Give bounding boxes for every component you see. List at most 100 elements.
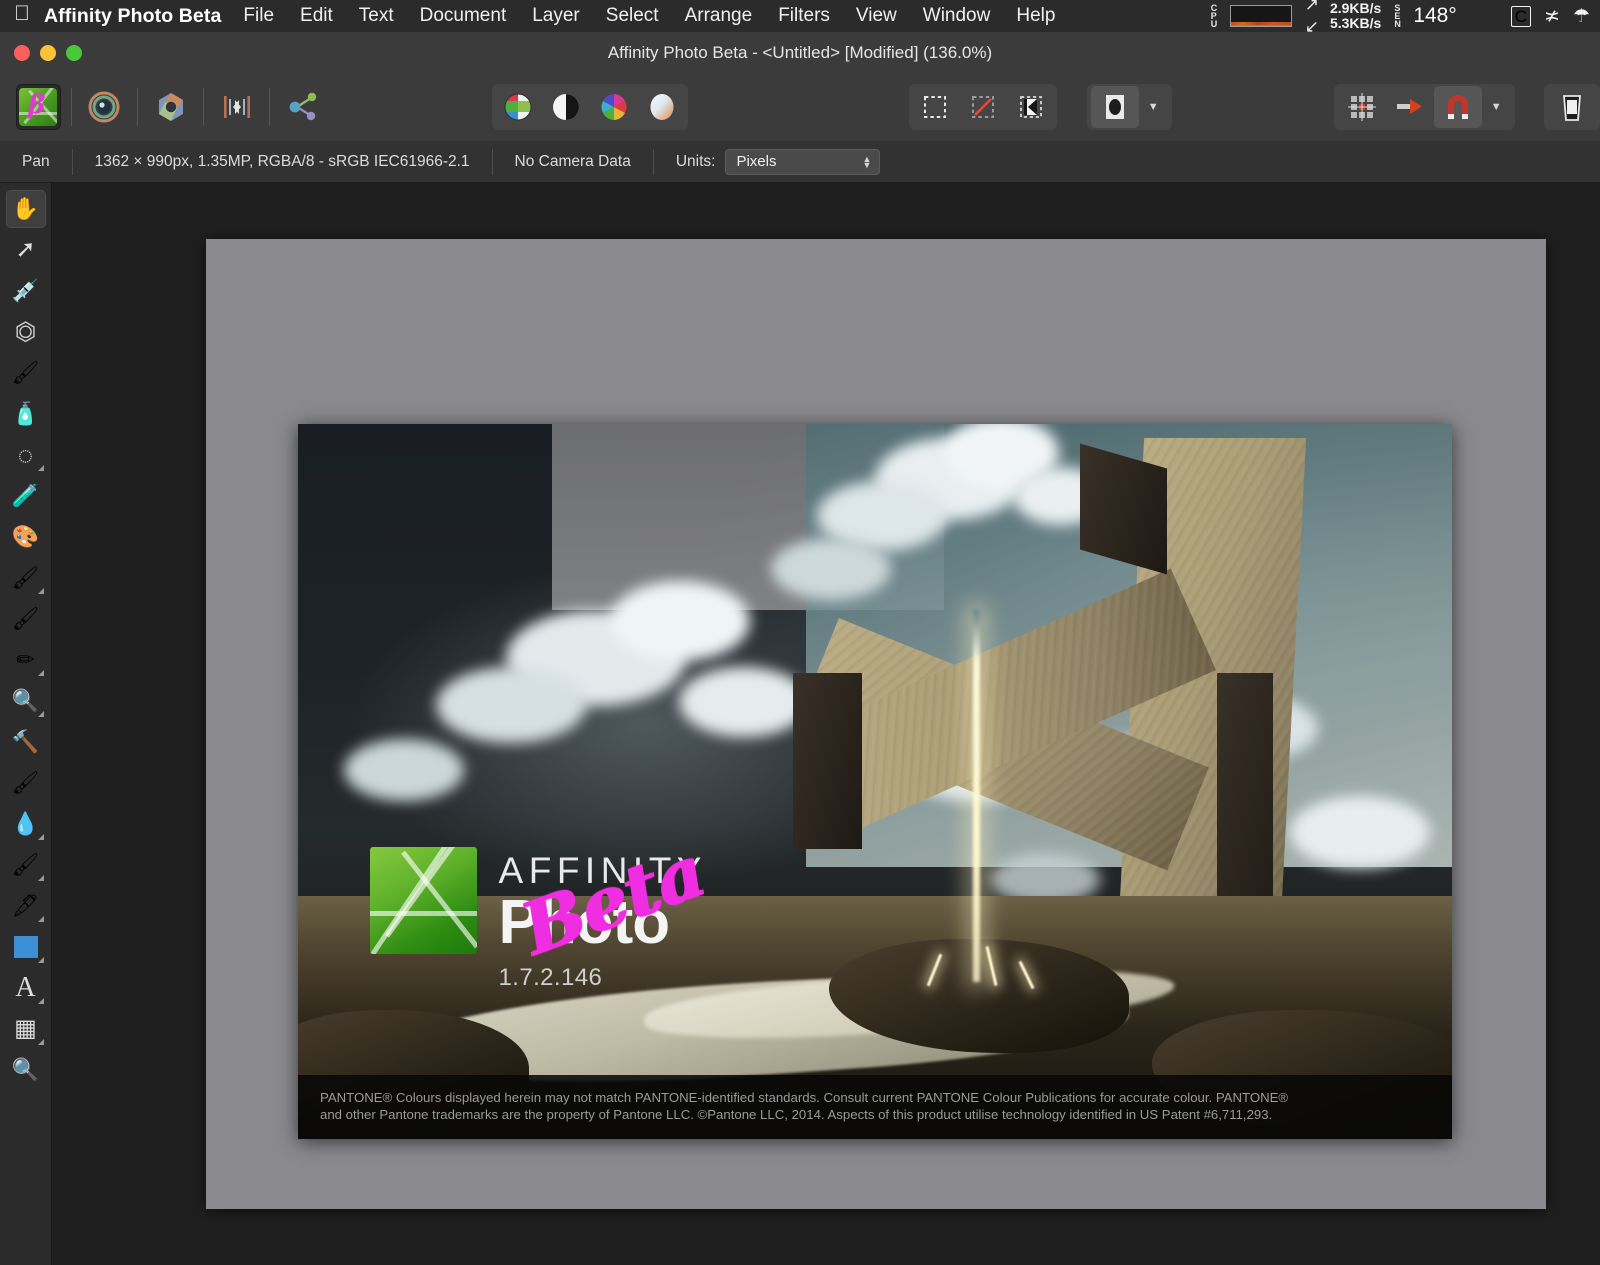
move-to-front-button[interactable] <box>1386 86 1434 128</box>
paint-brush-tool[interactable]: 🖌 <box>6 559 46 597</box>
smudge-brush-tool[interactable]: 🖌 <box>6 846 46 884</box>
units-label: Units: <box>675 152 716 170</box>
menu-window[interactable]: Window <box>923 5 991 27</box>
menu-view[interactable]: View <box>856 5 897 27</box>
adjustment-button-group <box>492 84 689 130</box>
tone-mapping-persona-button[interactable] <box>214 84 259 130</box>
menu-text[interactable]: Text <box>359 5 394 27</box>
dodge-brush-tool[interactable]: 🔍 <box>6 682 46 720</box>
export-persona-button[interactable] <box>280 84 325 130</box>
delete-button[interactable] <box>1548 86 1596 128</box>
selection-brush-icon: 🖌 <box>11 360 40 385</box>
gradient-tool[interactable]: 🎨 <box>6 518 46 556</box>
trash-icon <box>1563 95 1582 121</box>
apple-logo-icon[interactable]:  <box>0 3 44 24</box>
flood-fill-tool[interactable]: 🧪 <box>6 477 46 515</box>
marquee-selection-button[interactable] <box>911 86 959 128</box>
clone-stamp-icon: 🔨 <box>11 729 40 754</box>
minimize-button[interactable] <box>40 45 56 61</box>
monolith-shadow-left <box>793 672 862 849</box>
photo-persona-button[interactable]: β <box>15 84 61 130</box>
mask-layer-button[interactable] <box>1090 86 1139 128</box>
contrast-circle-icon <box>553 94 580 120</box>
blur-brush-tool[interactable]: 💧 <box>6 805 46 843</box>
temperature-readout[interactable]: 148° <box>1413 4 1456 28</box>
delete-group <box>1544 84 1600 130</box>
colour-wheel-adjustment-button[interactable] <box>590 86 638 128</box>
stepper-arrows-icon[interactable]: ▲ ▼ <box>863 154 872 169</box>
wifi-icon[interactable]: ≭ <box>1544 5 1560 28</box>
arrow-right-icon <box>1396 99 1422 114</box>
mesh-warp-tool[interactable]: ▦ <box>6 1010 46 1048</box>
network-upload-speed: 5.3KB/s <box>1329 15 1382 31</box>
share-nodes-icon <box>289 92 317 121</box>
levels-adjustment-button[interactable] <box>542 86 590 128</box>
window-traffic-lights <box>0 45 82 61</box>
view-pan-tool[interactable]: ✋ <box>5 190 46 228</box>
cpu-usage-graph[interactable] <box>1229 5 1292 27</box>
artistic-text-tool[interactable]: A <box>6 969 46 1007</box>
canvas-workspace[interactable]: AFFINITY Photo 1.7.2.146 Beta PANTONE® C… <box>52 183 1600 1265</box>
units-selected-value: Pixels <box>736 153 777 170</box>
window-titlebar: Affinity Photo Beta - <Untitled> [Modifi… <box>0 33 1600 73</box>
water-drop-icon: 💧 <box>11 811 40 836</box>
menu-document[interactable]: Document <box>420 5 507 27</box>
deselect-selection-button[interactable] <box>959 86 1007 128</box>
menu-filters[interactable]: Filters <box>778 5 830 27</box>
marquee-dashed-icon <box>924 96 947 118</box>
zoom-button[interactable] <box>66 45 82 61</box>
document-canvas[interactable]: AFFINITY Photo 1.7.2.146 Beta PANTONE® C… <box>206 239 1546 1209</box>
current-tool-name: Pan <box>22 152 50 170</box>
grid-icon <box>1347 93 1376 121</box>
chevron-down-icon[interactable]: ▼ <box>1482 101 1511 113</box>
colour-picker-swatch-button[interactable] <box>494 86 542 128</box>
magnet-icon <box>1447 95 1468 119</box>
menu-help[interactable]: Help <box>1016 5 1055 27</box>
selection-brush-tool[interactable]: 🖌 <box>6 354 46 392</box>
units-select[interactable]: Pixels ▲ ▼ <box>725 148 881 175</box>
refine-selection-button[interactable] <box>1007 86 1055 128</box>
network-speed-indicator[interactable]: 2.9KB/s 5.3KB/s <box>1330 1 1381 31</box>
deselect-slash-icon <box>972 96 995 118</box>
menu-edit[interactable]: Edit <box>300 5 333 27</box>
colour-picker-tool[interactable]: 💉 <box>6 272 46 310</box>
undo-brush-tool[interactable]: 🖌 <box>6 764 46 802</box>
menu-layer[interactable]: Layer <box>532 5 580 27</box>
rectangle-tool[interactable] <box>6 928 46 966</box>
clone-brush-tool[interactable]: 🔨 <box>6 723 46 761</box>
flood-select-tool[interactable]: 🧴 <box>6 395 46 433</box>
context-toolbar: Pan 1362 × 990px, 1.35MP, RGBA/8 - sRGB … <box>0 141 1600 183</box>
close-button[interactable] <box>14 45 30 61</box>
menu-select[interactable]: Select <box>606 5 659 27</box>
gradient-sphere-icon <box>650 94 674 120</box>
magnifier-icon: 🔍 <box>11 1057 40 1082</box>
pen-tool[interactable]: 🖋 <box>6 887 46 925</box>
affinity-photo-beta-icon: β <box>19 88 58 126</box>
chevron-down-icon[interactable]: ▼ <box>1139 101 1168 113</box>
active-app-name[interactable]: Affinity Photo Beta <box>44 5 221 28</box>
erase-brush-tool[interactable]: ✏ <box>6 641 46 679</box>
pixel-tool[interactable]: 🖌 <box>6 600 46 638</box>
paintbrush-icon: 🖌 <box>11 565 40 590</box>
text-letter-icon: A <box>15 972 36 1003</box>
bluetooth-icon[interactable]: ☂ <box>1573 5 1590 28</box>
liquify-persona-button[interactable] <box>82 84 127 130</box>
selection-button-group <box>909 84 1058 130</box>
zoom-tool[interactable]: 🔍 <box>6 1051 46 1089</box>
toolbar-divider <box>269 88 271 126</box>
colour-wheel-icon <box>601 94 627 120</box>
menu-arrange[interactable]: Arrange <box>685 5 753 27</box>
grid-snap-button[interactable] <box>1338 86 1386 128</box>
move-tool[interactable]: ➚ <box>6 231 46 269</box>
tone-mapping-persona-icon <box>223 96 250 118</box>
elliptical-marquee-tool[interactable]: ◌ <box>6 436 46 474</box>
menu-file[interactable]: File <box>243 5 274 27</box>
c-badge-icon[interactable]: C <box>1510 5 1532 27</box>
develop-persona-button[interactable] <box>148 84 193 130</box>
camera-data-info: No Camera Data <box>514 152 631 170</box>
crop-tool[interactable]: ⏣ <box>6 313 46 351</box>
splash-artwork-image[interactable]: AFFINITY Photo 1.7.2.146 Beta PANTONE® C… <box>298 424 1452 1139</box>
colour-swatch-icon <box>504 93 532 121</box>
gradient-adjustment-button[interactable] <box>638 86 686 128</box>
magnet-snapping-button[interactable] <box>1433 86 1482 128</box>
